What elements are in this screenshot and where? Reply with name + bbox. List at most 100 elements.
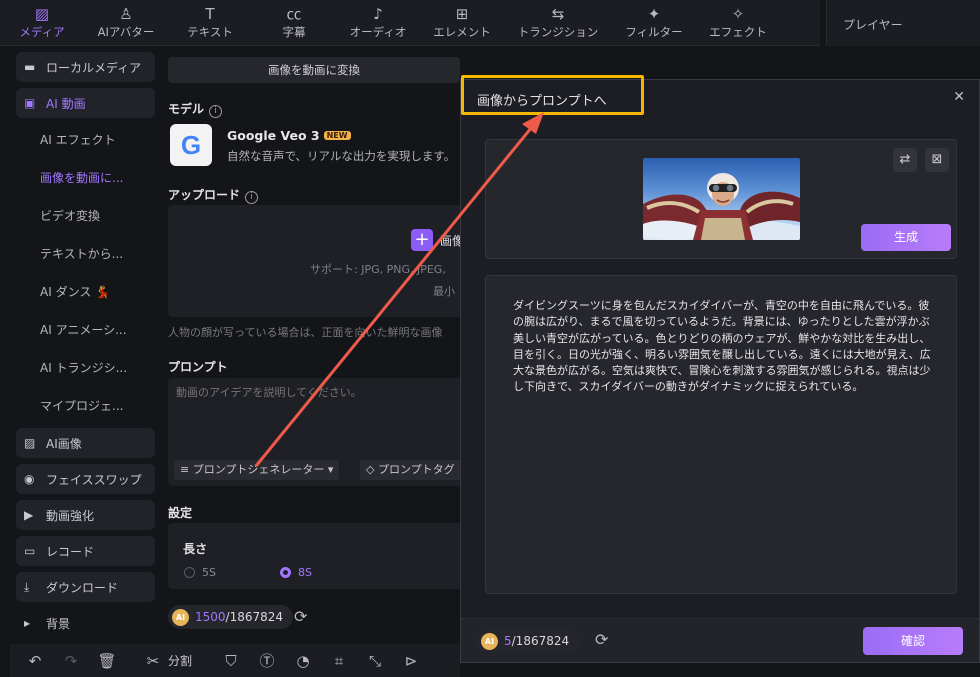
resize-icon[interactable]: ⤡ (364, 652, 386, 670)
sidebar-item-label: ローカルメディア (46, 60, 142, 75)
info-icon[interactable]: i (209, 105, 223, 118)
tab-audio[interactable]: ♪ オーディオ (336, 0, 420, 46)
credits-total: /1867824 (225, 610, 284, 624)
sidebar-item-face-swap[interactable]: ◉ フェイススワップ (16, 464, 155, 494)
swap-icon[interactable]: ⇄ (893, 148, 917, 172)
tab-label: AIアバター (97, 25, 155, 39)
model-name-text: Google Veo 3 (227, 128, 320, 143)
sidebar-item-ai-image[interactable]: ▨ AI画像 (16, 428, 155, 458)
undo-icon[interactable]: ↶ (24, 652, 46, 670)
length-option-5s[interactable]: 5S (184, 566, 216, 579)
split-button[interactable]: 分割 (168, 652, 192, 669)
plus-icon[interactable]: + (411, 229, 433, 251)
sidebar-item-record[interactable]: ▭ レコード (16, 536, 155, 566)
generated-prompt-panel: ダイビングスーツに身を包んだスカイダイバーが、青空の中を自由に飛んでいる。彼の腕… (485, 275, 957, 594)
generated-prompt-text[interactable]: ダイビングスーツに身を包んだスカイダイバーが、青空の中を自由に飛んでいる。彼の腕… (513, 298, 937, 396)
sidebar-item-label: フェイススワップ (46, 472, 142, 487)
radio-icon (184, 567, 195, 578)
tab-element[interactable]: ⊞ エレメント (420, 0, 504, 46)
sidebar-item-label: レコード (46, 544, 95, 559)
prompt-tag-button[interactable]: ◇ プロンプトタグ (360, 460, 461, 480)
tab-transition[interactable]: ⇆ トランジション (504, 0, 612, 46)
length-option-label: 8S (298, 566, 312, 579)
sidebar-subitem[interactable]: AI アニメーシ... (16, 314, 155, 344)
length-option-label: 5S (202, 566, 216, 579)
face-swap-icon: ◉ (24, 472, 35, 486)
refresh-icon[interactable]: ⟳ (294, 607, 307, 626)
tab-effect[interactable]: ✧ エフェクト (696, 0, 780, 46)
sidebar-subitem[interactable]: AI ダンス 💃 (16, 276, 155, 306)
model-card[interactable]: G Google Veo 3 NEW 自然な音声で、リアルな出力を実現します。 (168, 120, 468, 172)
dialog-credits-pill: AI 5/1867824 (477, 629, 580, 653)
length-option-8s[interactable]: 8S (280, 566, 312, 579)
bottom-toolbar: ↶ ↷ 🗑 ✂ 分割 ⛉ Ⓣ ◔ ⌗ ⤡ ⊳ (10, 644, 460, 677)
ai-coin-icon: AI (481, 632, 498, 650)
sidebar-item-label: AI画像 (46, 436, 82, 451)
crop-icon[interactable]: ⌗ (328, 652, 350, 670)
info-icon[interactable]: i (245, 191, 259, 204)
text-tool-icon[interactable]: Ⓣ (256, 650, 278, 671)
skydiver-photo (643, 158, 800, 240)
tab-avatar[interactable]: ♙ AIアバター (84, 0, 168, 46)
text-icon: T (205, 5, 215, 23)
sidebar-subitem[interactable]: 画像を動画に... (16, 162, 155, 192)
tab-filter[interactable]: ✦ フィルター (612, 0, 696, 46)
tab-label: エレメント (433, 25, 491, 39)
credits-total: /1867824 (511, 634, 570, 648)
app-window: ▨ メディア ♙ AIアバター T テキスト ㏄字幕 ♪ オーディオ ⊞ エレメント ⇆ トランジション… (0, 0, 980, 677)
tag-icon: ◇ (366, 463, 375, 476)
ai-coin-icon: AI (172, 608, 189, 626)
prompt-generator-icon: ≡ (180, 463, 190, 476)
play-speed-icon[interactable]: ⊳ (400, 652, 422, 670)
upload-dropzone[interactable]: + 画像 サポート: JPG, PNG, JPEG, 最小 (168, 205, 468, 317)
prompt-input[interactable] (168, 378, 468, 456)
sidebar-subitem[interactable]: テキストから... (16, 238, 155, 268)
tab-label: エフェクト (709, 25, 767, 39)
sidebar-item-label: ダウンロード (46, 580, 119, 595)
tab-label: トランジション (517, 25, 599, 39)
google-logo-icon: G (170, 124, 212, 166)
download-icon: ⤓ (24, 579, 30, 594)
speed-icon[interactable]: ◔ (292, 652, 314, 670)
audio-icon: ♪ (373, 5, 383, 23)
prompt-section-label: プロンプト (168, 358, 228, 375)
record-icon: ▭ (24, 544, 36, 558)
effect-icon: ✧ (731, 5, 745, 23)
transition-icon: ⇆ (551, 5, 565, 23)
redo-icon[interactable]: ↷ (60, 652, 82, 670)
scissors-icon[interactable]: ✂ (142, 652, 164, 670)
tab-text[interactable]: T テキスト (168, 0, 252, 46)
sidebar-subitem[interactable]: AI トランジシ... (16, 352, 155, 382)
sidebar-item-background[interactable]: ▸ 背景 (16, 608, 155, 638)
sidebar-item-label: 背景 (46, 616, 71, 631)
tab-image-to-video[interactable]: 画像を動画に変換 (168, 57, 460, 83)
sidebar-subitem[interactable]: AI エフェクト (16, 124, 155, 154)
prompt-generator-button[interactable]: ≡ プロンプトジェネレーター ▾ (174, 460, 340, 480)
prompt-label-text: プロンプト (168, 360, 228, 374)
settings-section-label: 設定 (168, 504, 192, 521)
delete-icon[interactable]: 🗑 (96, 652, 118, 670)
sidebar-item-ai-video[interactable]: ▣ AI 動画 (16, 88, 155, 118)
delete-image-icon[interactable]: ⊠ (925, 148, 949, 172)
confirm-button[interactable]: 確認 (863, 627, 963, 655)
face-note: 人物の顔が写っている場合は、正面を向いた鮮明な画像 (168, 326, 443, 339)
sidebar-subitem[interactable]: マイプロジェ... (16, 390, 155, 420)
marker-icon[interactable]: ⛉ (220, 652, 242, 670)
sidebar-item-download[interactable]: ⤓ ダウンロード (16, 572, 155, 602)
generate-button[interactable]: 生成 (861, 224, 951, 251)
sidebar-item-enhance[interactable]: ▶ 動画強化 (16, 500, 155, 530)
dialog-footer: AI 5/1867824 ⟳ 確認 (461, 618, 979, 662)
sidebar-subitem[interactable]: ビデオ変換 (16, 200, 155, 230)
sidebar-item-local-media[interactable]: ▬ ローカルメディア (16, 52, 155, 82)
close-icon[interactable]: ✕ (953, 89, 965, 105)
tab-media[interactable]: ▨ メディア (0, 0, 84, 46)
model-section-label: モデル i (168, 100, 223, 118)
enhance-icon: ▶ (24, 508, 34, 522)
chevron-down-icon: ▾ (327, 463, 334, 476)
credits-pill: AI 1500/1867824 (168, 605, 294, 629)
prompt-box: ≡ プロンプトジェネレーター ▾ ◇ プロンプトタグ (168, 378, 468, 486)
tab-caption[interactable]: ㏄字幕 (252, 0, 336, 46)
sidebar-item-label: 動画強化 (46, 508, 95, 523)
folder-icon: ▬ (24, 60, 36, 74)
refresh-icon[interactable]: ⟳ (595, 630, 608, 649)
